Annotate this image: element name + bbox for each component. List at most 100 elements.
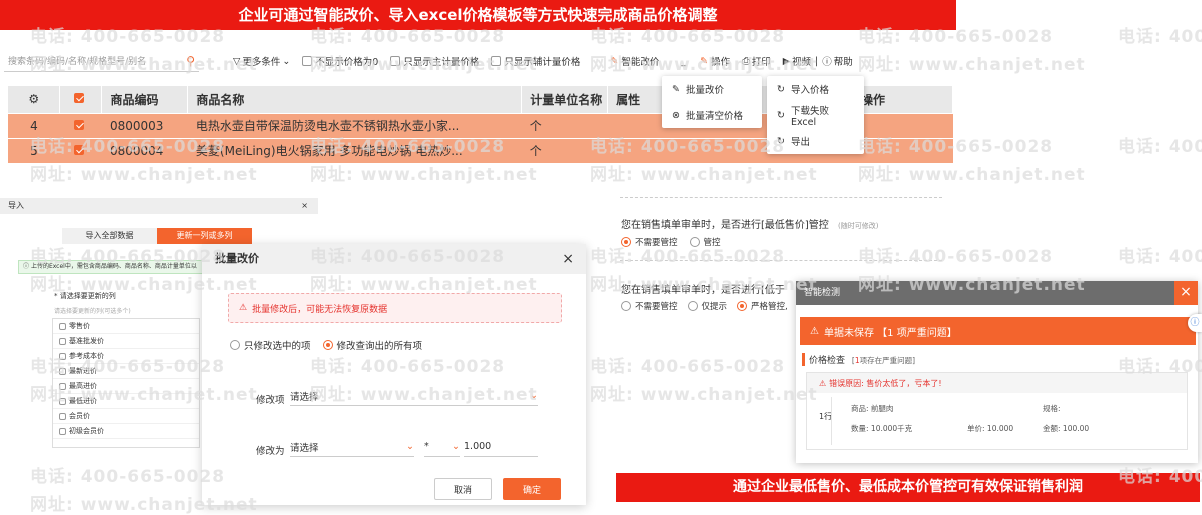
list-item-label: 基准批发价: [69, 337, 104, 345]
modal-header: 批量改价 ×: [202, 244, 586, 274]
import-tip: ⓘ 上传的Excel中，需包含商品编码、商品名称、商品计量单位以: [18, 260, 206, 274]
checkbox-label: 只显示辅计量价格: [504, 57, 581, 68]
operator-value: *: [424, 441, 429, 452]
q2-options: 不需要管控 仅提示 严格管控,: [621, 300, 788, 312]
radio-icon: [621, 301, 631, 311]
modify-to-label: 修改为: [256, 446, 285, 457]
q1-options: 不需要管控 管控: [621, 236, 721, 248]
operate-label: 操作: [711, 57, 731, 68]
row-name: 美菱(MeiLing)电火锅家用 多功能电炒锅 电热炒...: [187, 137, 522, 163]
select-value: 请选择: [290, 391, 319, 403]
radio-q2-hint[interactable]: 仅提示: [687, 300, 727, 312]
help-button[interactable]: ⓘ 帮助: [822, 54, 853, 68]
checkbox-icon: [59, 382, 66, 390]
menu-item-export[interactable]: ↻ 导出: [767, 128, 864, 154]
search-placeholder: 搜索条码/编码/名称/规格型号/别名: [8, 57, 147, 67]
menu-item-label: 下载失败Excel: [790, 105, 829, 128]
chevron-down-icon: ⌄: [406, 441, 414, 452]
qty-label: 数量:: [851, 424, 869, 433]
row-checkbox[interactable]: [59, 137, 102, 163]
refresh-icon: ↻: [777, 109, 785, 121]
amount-value: 100.00: [1062, 424, 1090, 433]
top-banner: 企业可通过智能改价、导入excel价格模板等方式快速完成商品价格调整: [0, 0, 956, 30]
more-conditions-button[interactable]: ▽ 更多条件 ⌄: [233, 54, 290, 69]
radio-q1-none[interactable]: 不需要管控: [621, 236, 678, 248]
side-help-icon[interactable]: ⓘ: [1188, 314, 1202, 332]
print-label: 打印: [751, 57, 771, 68]
list-item[interactable]: 参考成本价: [53, 349, 199, 364]
print-button[interactable]: ⎙ 打印: [742, 54, 771, 69]
price-info: 单价: 10.000: [967, 423, 1013, 434]
list-item[interactable]: 最高进价: [53, 379, 199, 394]
checkbox-icon: [74, 119, 85, 130]
row-code: 0800003: [101, 112, 188, 138]
radio-q2-none[interactable]: 不需要管控: [621, 300, 678, 312]
close-icon[interactable]: ×: [562, 244, 574, 274]
list-item[interactable]: 最低进价: [53, 394, 199, 409]
list-item-label: 最低进价: [69, 397, 97, 405]
search-input[interactable]: 搜索条码/编码/名称/规格型号/别名 ⚲: [4, 50, 199, 72]
list-item[interactable]: 会员价: [53, 409, 199, 424]
info-icon: ⓘ: [23, 263, 30, 270]
smart-price-button[interactable]: ✎ 智能改价: [610, 54, 660, 69]
checkbox-label: 只显示主计量价格: [403, 57, 480, 68]
row-op: [852, 112, 953, 138]
tab-import-all[interactable]: 导入全部数据: [62, 228, 157, 244]
row-unit: 个: [521, 137, 608, 163]
select-all-checkbox[interactable]: [59, 86, 103, 113]
scope-radio-group: 只修改选中的项 修改查询出的所有项: [230, 338, 422, 352]
help-label: 帮助: [833, 57, 853, 68]
product-info: 商品: 前腿肉: [851, 403, 893, 414]
spec-label: 规格:: [1043, 404, 1061, 413]
search-icon[interactable]: ⚲: [186, 54, 195, 68]
divider: [831, 397, 832, 445]
close-icon[interactable]: ×: [1174, 281, 1198, 305]
radio-selected-only[interactable]: 只修改选中的项: [230, 338, 311, 352]
radio-q2-strict[interactable]: 严格管控,: [737, 300, 788, 312]
menu-item-batch-clear[interactable]: ⊗ 批量清空价格: [662, 102, 762, 128]
radio-q1-control[interactable]: 管控: [689, 236, 721, 248]
settings-icon[interactable]: ⚙: [8, 86, 61, 113]
checkbox-icon: [59, 352, 66, 360]
main-unit-only-checkbox[interactable]: 只显示主计量价格: [390, 54, 479, 68]
close-icon[interactable]: ×: [301, 198, 308, 214]
list-item[interactable]: 最新进价: [53, 364, 199, 379]
list-item[interactable]: 零售价: [53, 319, 199, 334]
row-checkbox[interactable]: [59, 112, 102, 138]
alert-icon: ⚠: [819, 378, 827, 388]
price-label: 单价:: [967, 424, 985, 433]
radio-all-queried[interactable]: 修改查询出的所有项: [322, 338, 422, 352]
list-item[interactable]: 初级会员价: [53, 424, 199, 439]
ok-button[interactable]: 确定: [503, 478, 561, 500]
radio-label: 不需要管控: [635, 238, 678, 248]
check-section: 价格检查 [1项存在严重问题]: [802, 353, 1198, 366]
row-attr: [607, 137, 748, 163]
tab-update-columns[interactable]: 更新一列或多列: [157, 228, 252, 244]
checkbox-icon: [59, 367, 66, 375]
video-button[interactable]: ▶ 视频: [782, 54, 811, 69]
cancel-button[interactable]: 取消: [434, 478, 492, 500]
check-status-text: 单据未保存 【1 项严重问题】: [823, 327, 957, 339]
menu-item-download-failed[interactable]: ↻ 下载失败Excel: [767, 102, 864, 128]
warning-box: ⚠ 批量修改后，可能无法恢复原数据: [228, 293, 562, 323]
q1-question: 您在销售填单审单时，是否进行[最低售价]管控 (随时可修改): [621, 216, 878, 231]
menu-item-batch-price[interactable]: ✎ 批量改价: [662, 76, 762, 102]
modify-to-select[interactable]: 请选择 ⌄: [290, 437, 414, 457]
smart-price-label: 智能改价: [621, 57, 660, 68]
list-item[interactable]: 基准批发价: [53, 334, 199, 349]
value-input[interactable]: 1.000: [464, 437, 538, 457]
operator-select[interactable]: * ⌄: [424, 437, 460, 457]
modify-item-select[interactable]: 请选择 ⌄: [290, 386, 538, 406]
aux-unit-only-checkbox[interactable]: 只显示辅计量价格: [491, 54, 580, 68]
checkbox-icon: [74, 93, 85, 104]
list-item-label: 会员价: [69, 412, 90, 420]
checkbox-icon: [59, 337, 66, 345]
watermark-site: 网址: www.chanjet.net: [590, 165, 818, 185]
q1-hint: (随时可修改): [838, 222, 879, 230]
menu-item-import-price[interactable]: ↻ 导入价格: [767, 76, 864, 102]
operate-button[interactable]: ✎ 操作: [700, 54, 731, 69]
menu-item-label: 批量改价: [685, 85, 724, 96]
printer-icon: ⎙: [742, 55, 750, 67]
hide-zero-price-checkbox[interactable]: 不显示价格为0: [302, 54, 378, 68]
play-icon: ▶: [782, 55, 791, 67]
